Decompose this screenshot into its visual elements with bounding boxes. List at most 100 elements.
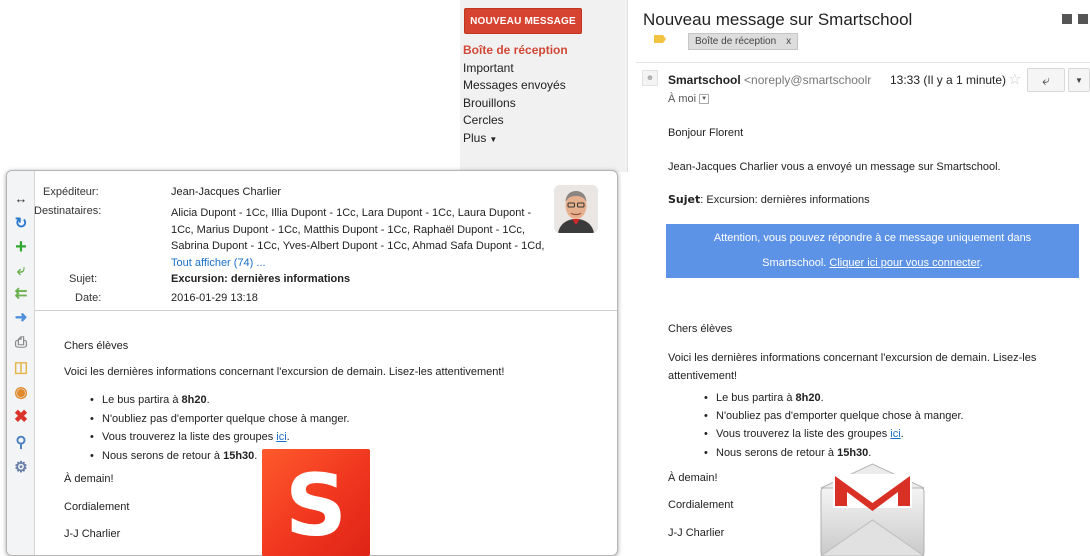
details-dropdown-icon[interactable]: ▼ — [699, 94, 710, 105]
item-bold: 8h20 — [181, 394, 207, 406]
closing-line: À demain! — [668, 472, 718, 484]
list-item: Le bus partira à 8h20. — [90, 391, 350, 410]
message-subject: Nouveau message sur Smartschool — [643, 10, 913, 29]
label-more-text: Plus — [463, 130, 487, 145]
sender-avatar-icon: ☻ — [642, 70, 658, 86]
reply-all-icon[interactable]: ⇇ — [12, 284, 30, 302]
label-important[interactable]: Important — [463, 60, 568, 78]
subject-label: Sujet — [668, 193, 701, 206]
date-label: Date: — [75, 292, 102, 304]
groups-link[interactable]: ici — [890, 428, 900, 440]
notice-line-2: Smartschool. Cliquer ici pour vous conne… — [666, 251, 1079, 276]
archive-icon[interactable]: ◫ — [12, 358, 30, 376]
reply-arrow-icon: ⤶ — [1042, 71, 1050, 88]
message-time: 13:33 (Il y a 1 minute) — [890, 73, 1007, 87]
item-text: Nous serons de retour à — [716, 446, 838, 459]
chevron-down-icon: ▼ — [1075, 75, 1083, 85]
more-actions-button[interactable]: ▼ — [1068, 68, 1090, 92]
caret-down-icon: ▼ — [489, 134, 498, 144]
gmail-top-actions — [1062, 14, 1088, 24]
reply-icon[interactable]: ⤶ — [12, 261, 30, 279]
item-bold: 15h30 — [223, 449, 255, 462]
remove-label-button[interactable]: x — [786, 36, 791, 47]
gmail-logo-icon — [820, 463, 925, 556]
add-icon[interactable]: + — [12, 236, 30, 258]
recipients-value: Alicia Dupont - 1Cc, Illia Dupont - 1Cc,… — [171, 205, 553, 271]
item-bold: 15h30 — [837, 446, 869, 459]
notice-prefix: Smartschool. — [762, 257, 830, 269]
email-intro: Jean-Jacques Charlier vous a envoyé un m… — [668, 161, 1001, 173]
header-divider — [636, 62, 1090, 63]
body-paragraph: Voici les dernières informations concern… — [64, 366, 505, 378]
expand-icon[interactable]: ↔ — [12, 189, 30, 207]
reply-notice-banner: Attention, vous pouvez répondre à ce mes… — [666, 224, 1079, 278]
closing-regards: Cordialement — [64, 501, 130, 513]
gmail-label-list: Boîte de réception Important Messages en… — [463, 42, 568, 147]
list-item: N'oubliez pas d'emporter quelque chose à… — [90, 410, 350, 429]
subject-label: Sujet: — [69, 273, 98, 285]
header-divider — [35, 310, 617, 311]
item-text: Vous trouverez la liste des groupes — [716, 428, 891, 441]
show-all-recipients-link[interactable]: Tout afficher (74) ... — [171, 257, 266, 269]
item-bold: 8h20 — [795, 392, 821, 404]
search-icon[interactable]: ⚲ — [12, 433, 30, 451]
item-suffix: . — [206, 394, 210, 406]
recipients-label: Destinataires: — [34, 205, 102, 217]
groups-link[interactable]: ici — [276, 431, 286, 443]
smartschool-logo-icon: S — [262, 449, 370, 556]
item-suffix: . — [900, 428, 904, 441]
item-suffix: . — [254, 449, 258, 462]
item-suffix: . — [820, 392, 824, 404]
print-icon[interactable]: ⎙ — [12, 333, 30, 351]
reply-button[interactable]: ⤶ — [1027, 68, 1065, 92]
list-item: Le bus partira à 8h20. — [704, 389, 964, 407]
message-toolbar: ↔ ↻ + ⤶ ⇇ ➜ ⎙ ◫ ◉ ✖ ⚲ ⚙ — [7, 171, 35, 555]
date-value: 2016-01-29 13:18 — [171, 292, 258, 304]
item-suffix: . — [868, 446, 872, 459]
signature: J-J Charlier — [64, 528, 121, 540]
subject-value: Excursion: dernières informations — [171, 273, 350, 285]
list-item: Vous trouverez la liste des groupes ici. — [90, 428, 350, 447]
new-window-icon[interactable] — [1078, 14, 1088, 24]
item-suffix: . — [286, 431, 290, 443]
star-icon[interactable]: ☆ — [1008, 70, 1021, 88]
print-icon[interactable] — [1062, 14, 1072, 24]
sender-label: Expéditeur: — [43, 186, 99, 198]
label-circles[interactable]: Cercles — [463, 112, 568, 130]
label-chip-text: Boîte de réception — [695, 36, 777, 47]
forward-icon[interactable]: ➜ — [12, 308, 30, 326]
body-greeting: Chers élèves — [64, 340, 129, 352]
email-greeting: Bonjour Florent — [668, 127, 744, 139]
label-sent[interactable]: Messages envoyés — [463, 77, 568, 95]
recipient-line: À moi ▼ — [668, 93, 710, 105]
sender-name[interactable]: Smartschool — [668, 73, 741, 87]
compose-button[interactable]: NOUVEAU MESSAGE — [464, 8, 582, 34]
closing-line: À demain! — [64, 473, 114, 485]
message-header: Expéditeur: Jean-Jacques Charlier Destin… — [34, 171, 617, 309]
recipients-list: Alicia Dupont - 1Cc, Illia Dupont - 1Cc,… — [171, 207, 545, 253]
subject-value: : Excursion: dernières informations — [700, 194, 870, 206]
sender-line: Smartschool <noreply@smartschoolr — [668, 73, 871, 87]
inbox-label-chip: Boîte de réception x — [688, 33, 799, 50]
item-text: Le bus partira à — [716, 392, 796, 404]
label-more[interactable]: Plus ▼ — [463, 130, 568, 148]
body-greeting: Chers élèves — [668, 323, 733, 335]
delete-icon[interactable]: ✖ — [12, 407, 30, 426]
item-text: Vous trouverez la liste des groupes — [102, 431, 277, 443]
item-text: Nous serons de retour à — [102, 449, 224, 462]
to-me-text: À moi — [668, 93, 697, 105]
login-link[interactable]: Cliquer ici pour vous connecter — [829, 257, 979, 269]
item-text: Le bus partira à — [102, 394, 182, 406]
closing-regards: Cordialement — [668, 499, 734, 511]
important-marker-icon[interactable] — [654, 35, 666, 43]
notice-line-1: Attention, vous pouvez répondre à ce mes… — [713, 232, 1032, 244]
label-drafts[interactable]: Brouillons — [463, 95, 568, 113]
list-item: N'oubliez pas d'emporter quelque chose à… — [704, 407, 964, 425]
refresh-icon[interactable]: ↻ — [12, 214, 30, 232]
export-icon[interactable]: ◉ — [12, 383, 30, 401]
gmail-sidebar: NOUVEAU MESSAGE Boîte de réception Impor… — [460, 0, 628, 172]
subject-text: Excursion: dernières informations — [171, 273, 351, 285]
settings-icon[interactable]: ⚙ — [12, 458, 30, 476]
logo-letter: S — [285, 455, 347, 556]
label-inbox[interactable]: Boîte de réception — [463, 42, 568, 60]
